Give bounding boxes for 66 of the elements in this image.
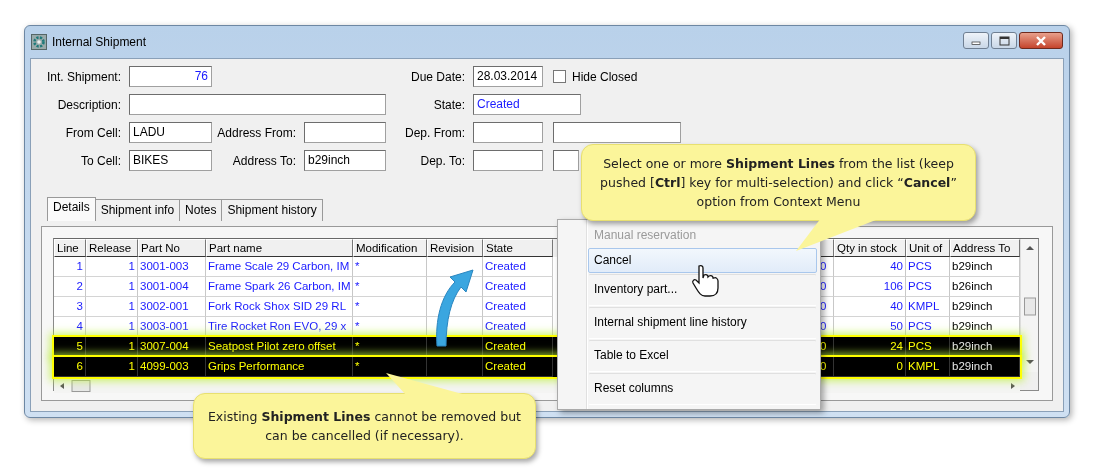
input-field[interactable]: b29inch <box>304 150 386 171</box>
vertical-scrollbar[interactable] <box>1020 239 1038 372</box>
table-cell: 0 <box>834 357 906 377</box>
input-field[interactable]: LADU <box>129 122 212 143</box>
window-title: Internal Shipment <box>52 35 147 49</box>
table-cell: 4099-003 <box>138 357 206 377</box>
field-label: Address From: <box>217 125 297 140</box>
field-label: Due Date: <box>410 69 466 84</box>
input-field[interactable]: 28.03.2014 <box>473 66 543 87</box>
menu-item[interactable]: Table to Excel <box>588 339 817 372</box>
menu-item[interactable]: Internal shipment line history <box>588 306 817 339</box>
tab[interactable]: Details <box>47 197 96 221</box>
field-label: Dep. From: <box>405 125 466 140</box>
scroll-right-icon[interactable] <box>1011 383 1015 389</box>
minimize-button[interactable] <box>963 32 989 49</box>
input-field[interactable]: 76 <box>129 66 212 87</box>
scrollbar-thumb[interactable] <box>1024 297 1036 316</box>
column-header[interactable]: Release <box>86 239 138 257</box>
input-field[interactable] <box>553 122 681 143</box>
menu-item[interactable]: Reset columns <box>588 372 817 405</box>
input-field[interactable] <box>473 150 543 171</box>
input-field[interactable]: BIKES <box>129 150 212 171</box>
input-field[interactable] <box>304 122 386 143</box>
input-field[interactable] <box>473 122 543 143</box>
scroll-left-icon[interactable] <box>60 383 64 389</box>
column-header[interactable]: Qty in stock <box>834 239 906 257</box>
close-icon <box>1035 35 1047 46</box>
callout-text: Select one or more Shipment Lines from the list (keep pushed [Ctrl] key for multi-selection) and click “Cancel” option from Context Menu <box>599 155 958 211</box>
column-header[interactable]: State <box>483 239 553 257</box>
field-label: Description: <box>57 97 122 112</box>
table-cell: Grips Performance <box>206 357 353 377</box>
column-header[interactable]: Unit of <box>906 239 950 257</box>
menu-item[interactable]: Cancel <box>588 248 817 273</box>
checkbox-box[interactable] <box>553 70 566 83</box>
field-label: State: <box>433 97 466 112</box>
column-header[interactable]: Address To <box>950 239 1020 257</box>
callout-text: Existing Shipment Lines cannot be removed but can be cancelled (if necessary). <box>206 408 522 445</box>
field-label: To Cell: <box>81 153 122 168</box>
input-field[interactable]: Created <box>473 94 581 115</box>
scroll-up-icon[interactable] <box>1026 246 1034 250</box>
table-cell: KMPL <box>906 357 950 377</box>
tab[interactable]: Shipment history <box>221 199 323 221</box>
table-cell: 6 <box>54 357 86 377</box>
field-label: From Cell: <box>65 125 122 140</box>
checkbox[interactable]: Hide Closed <box>553 69 681 84</box>
field-label: Address To: <box>232 153 297 168</box>
scrollbar-thumb[interactable] <box>71 380 91 392</box>
column-header[interactable]: Line <box>54 239 86 257</box>
scroll-down-icon[interactable] <box>1026 360 1034 364</box>
table-cell: b29inch <box>950 357 1020 377</box>
input-field[interactable] <box>129 94 386 115</box>
table-cell: Created <box>483 357 553 377</box>
hand-cursor-icon <box>692 264 719 297</box>
column-header[interactable]: Modification <box>353 239 427 257</box>
maximize-icon <box>998 35 1010 46</box>
column-header[interactable]: Part No <box>138 239 206 257</box>
maximize-button[interactable] <box>991 32 1017 49</box>
field-label: Dep. To: <box>420 153 466 168</box>
input-field[interactable] <box>553 150 579 171</box>
column-header[interactable]: Part name <box>206 239 353 257</box>
field-label: Int. Shipment: <box>46 69 122 84</box>
gear-icon <box>31 34 47 50</box>
checkbox-label: Hide Closed <box>572 69 638 84</box>
table-cell: 1 <box>86 357 138 377</box>
column-header[interactable]: Revision <box>427 239 483 257</box>
close-button[interactable] <box>1019 32 1063 49</box>
